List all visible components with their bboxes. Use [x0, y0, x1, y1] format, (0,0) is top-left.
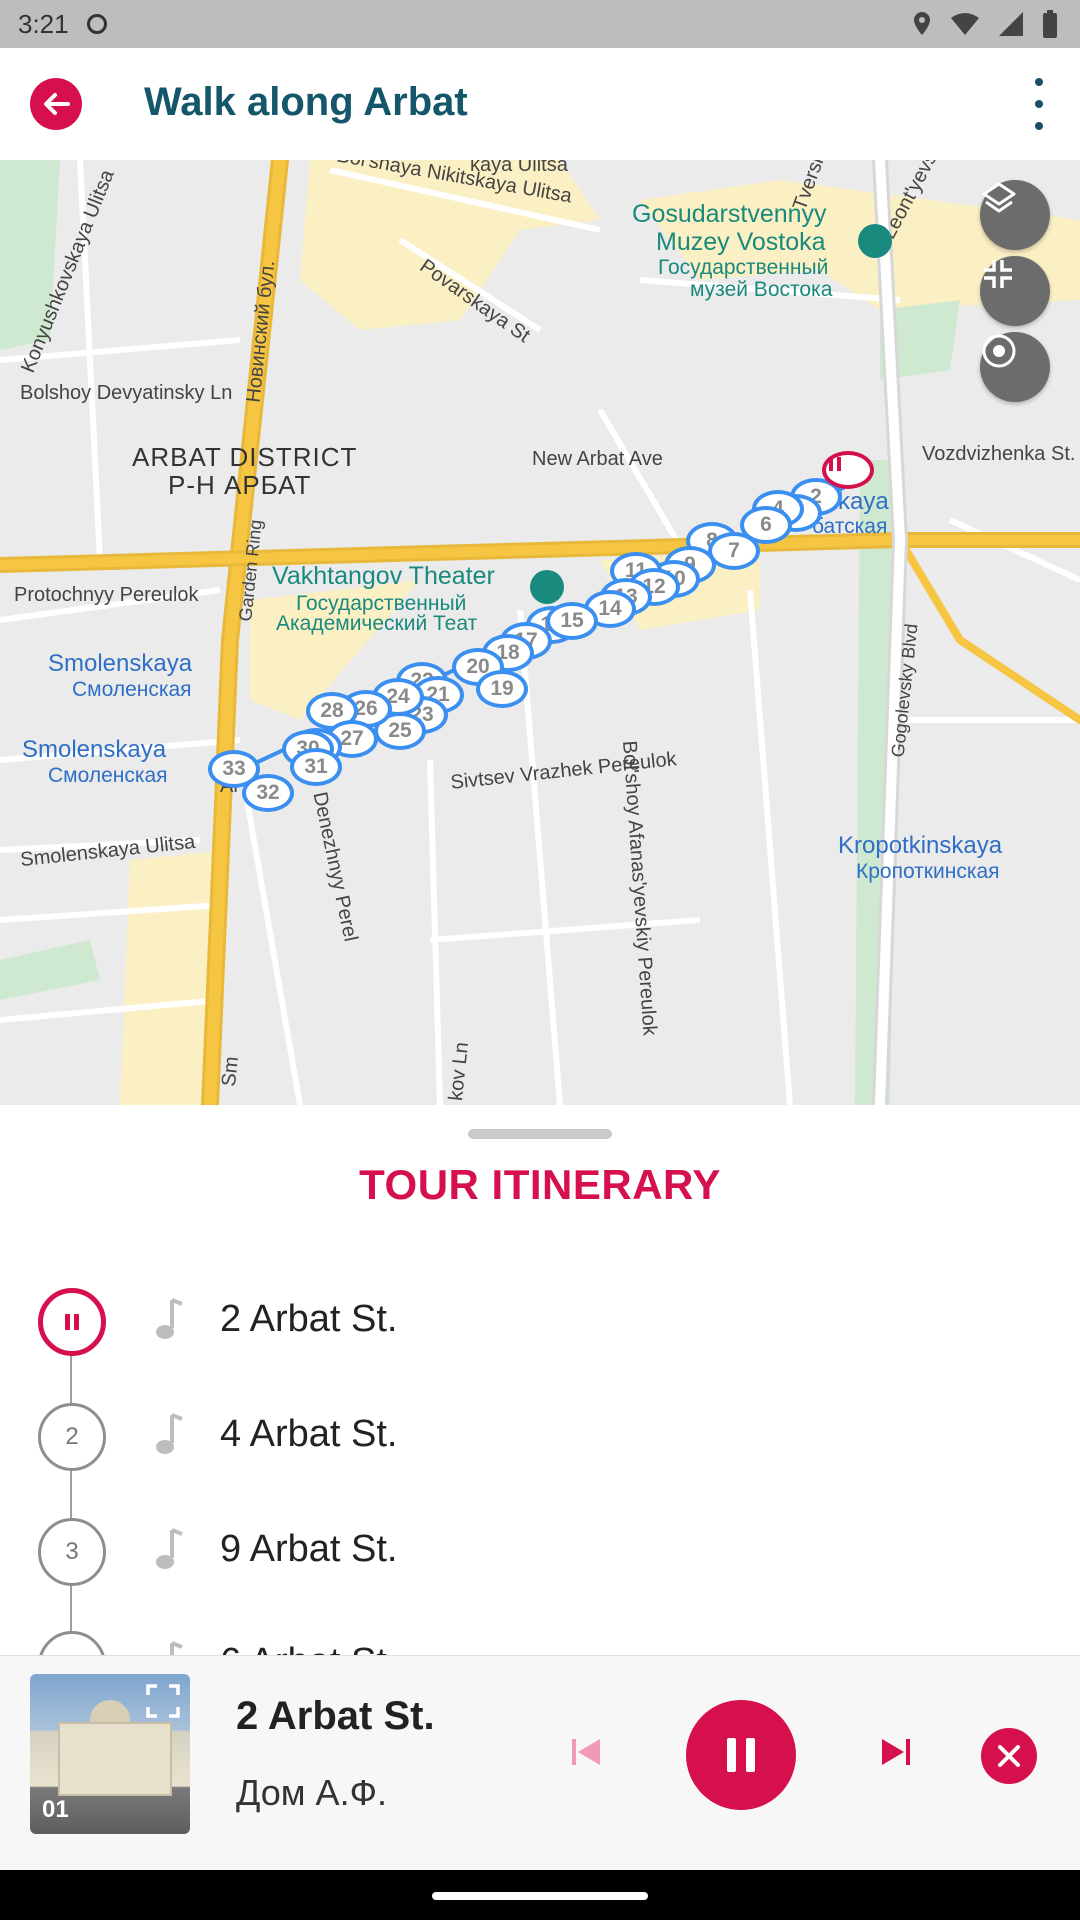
- map-label: Sm: [217, 1055, 244, 1088]
- map-poi-label: Gosudarstvennyy: [632, 200, 827, 228]
- map-district-label: ARBAT DISTRICT: [132, 442, 358, 472]
- back-button[interactable]: [30, 78, 82, 130]
- collapse-icon: [984, 260, 1012, 288]
- system-nav-bar: [0, 1870, 1080, 1920]
- itinerary-number: 2: [38, 1403, 106, 1471]
- target-icon: [982, 334, 1016, 368]
- itinerary-pause-badge[interactable]: [38, 1288, 106, 1356]
- itinerary-item[interactable]: 2 4 Arbat St.: [0, 1393, 1080, 1473]
- current-stop-marker[interactable]: [822, 451, 874, 489]
- timeline-connector: [70, 1320, 72, 1655]
- itinerary-label: 4 Arbat St.: [220, 1413, 398, 1455]
- stop-thumbnail[interactable]: 01: [30, 1674, 190, 1834]
- map-metro-label: kaya: [838, 488, 889, 515]
- music-note-icon: [156, 1298, 183, 1339]
- museum-pin-icon[interactable]: [858, 224, 892, 258]
- more-dot: [1035, 122, 1043, 130]
- map-view[interactable]: Bol'shaya Nikitskaya Ulitsa kaya Ulitsa …: [0, 160, 1080, 1105]
- more-options-button[interactable]: [1024, 78, 1054, 130]
- expand-icon[interactable]: [146, 1684, 180, 1718]
- pause-icon: [65, 1314, 79, 1330]
- map-poi-label: музей Востока: [690, 278, 833, 301]
- skip-next-icon: [882, 1739, 910, 1765]
- map-label: Bolshoy Devyatinsky Ln: [20, 382, 233, 404]
- app-bar: Walk along Arbat: [0, 48, 1080, 160]
- status-bar: 3:21: [0, 0, 1080, 48]
- close-player-button[interactable]: [981, 1728, 1037, 1784]
- itinerary-label: 6 Arbat St.: [220, 1641, 397, 1655]
- audio-player: 01 2 Arbat St. Дом А.Ф.: [0, 1655, 1080, 1871]
- itinerary-item[interactable]: 3 9 Arbat St.: [0, 1508, 1080, 1588]
- itinerary-item[interactable]: 2 Arbat St.: [0, 1278, 1080, 1358]
- map-district-label: Р-Н АРБАТ: [168, 470, 312, 500]
- map-label: Vozdvizhenka St.: [922, 443, 1076, 465]
- map-poi-label: Государственный: [658, 256, 829, 279]
- route-stop-marker[interactable]: 32: [242, 774, 294, 812]
- route-stop-marker[interactable]: 15: [546, 602, 598, 640]
- map-poi-label: Muzey Vostoka: [656, 228, 826, 256]
- map-metro-label: Смоленская: [72, 678, 192, 701]
- map-poi-label: Академический Теат: [276, 612, 478, 635]
- map-metro-label: Смоленская: [48, 764, 168, 787]
- music-note-icon: [156, 1528, 183, 1569]
- battery-icon: [1043, 10, 1057, 38]
- route-stop-marker[interactable]: 31: [290, 748, 342, 786]
- music-note-icon: [170, 1641, 183, 1655]
- home-gesture-handle[interactable]: [432, 1892, 648, 1900]
- wifi-icon: [951, 13, 979, 35]
- route-stop-marker[interactable]: 19: [476, 670, 528, 708]
- map-label: New Arbat Ave: [532, 448, 663, 470]
- stop-index: 01: [42, 1796, 69, 1823]
- theater-pin-icon[interactable]: [530, 570, 564, 604]
- itinerary-number: 4: [38, 1631, 106, 1655]
- layers-button[interactable]: [980, 180, 1050, 250]
- status-icons: [912, 0, 1058, 48]
- layers-icon: [982, 182, 1016, 213]
- thumbnail-image: [58, 1722, 172, 1796]
- itinerary-label: 2 Arbat St.: [220, 1298, 398, 1340]
- pause-icon: [727, 1738, 755, 1772]
- skip-previous-icon: [572, 1739, 600, 1765]
- map-poi-label: Vakhtangov Theater: [272, 562, 495, 590]
- itinerary-label: 9 Arbat St.: [220, 1528, 398, 1570]
- map-label: kaya Ulitsa: [470, 160, 568, 176]
- sheet-handle[interactable]: [468, 1129, 612, 1139]
- arrow-left-icon: [44, 93, 70, 115]
- map-metro-label: Smolenskaya: [22, 736, 167, 763]
- close-icon: [998, 1745, 1020, 1767]
- previous-button[interactable]: [568, 1734, 604, 1775]
- pause-icon: [829, 457, 841, 471]
- map-metro-label: Kropotkinskaya: [838, 832, 1003, 859]
- location-icon: [914, 12, 930, 35]
- collapse-map-button[interactable]: [980, 256, 1050, 326]
- next-button[interactable]: [878, 1734, 914, 1775]
- map-metro-label: Кропоткинская: [856, 860, 1000, 883]
- itinerary-title: TOUR ITINERARY: [359, 1161, 721, 1208]
- player-subtitle: Дом А.Ф.: [236, 1772, 387, 1813]
- itinerary-number: 3: [38, 1518, 106, 1586]
- map-metro-label: Smolenskaya: [48, 650, 193, 677]
- more-dot: [1035, 100, 1043, 108]
- signal-icon: [999, 12, 1023, 36]
- map-label: Protochnyy Pereulok: [14, 584, 199, 606]
- page-title: Walk along Arbat: [144, 80, 468, 124]
- map-metro-label: батская: [812, 515, 888, 538]
- itinerary-item[interactable]: 4 6 Arbat St.: [0, 1621, 1080, 1655]
- status-time: 3:21: [18, 8, 69, 39]
- notification-icon: [86, 14, 107, 34]
- my-location-button[interactable]: [980, 332, 1050, 402]
- player-title: 2 Arbat St.: [236, 1694, 435, 1738]
- pause-button[interactable]: [686, 1700, 796, 1810]
- itinerary-sheet: TOUR ITINERARY 2 Arbat St. 2 4 Arbat St.…: [0, 1105, 1080, 1655]
- more-dot: [1035, 78, 1043, 86]
- music-note-icon: [156, 1413, 183, 1454]
